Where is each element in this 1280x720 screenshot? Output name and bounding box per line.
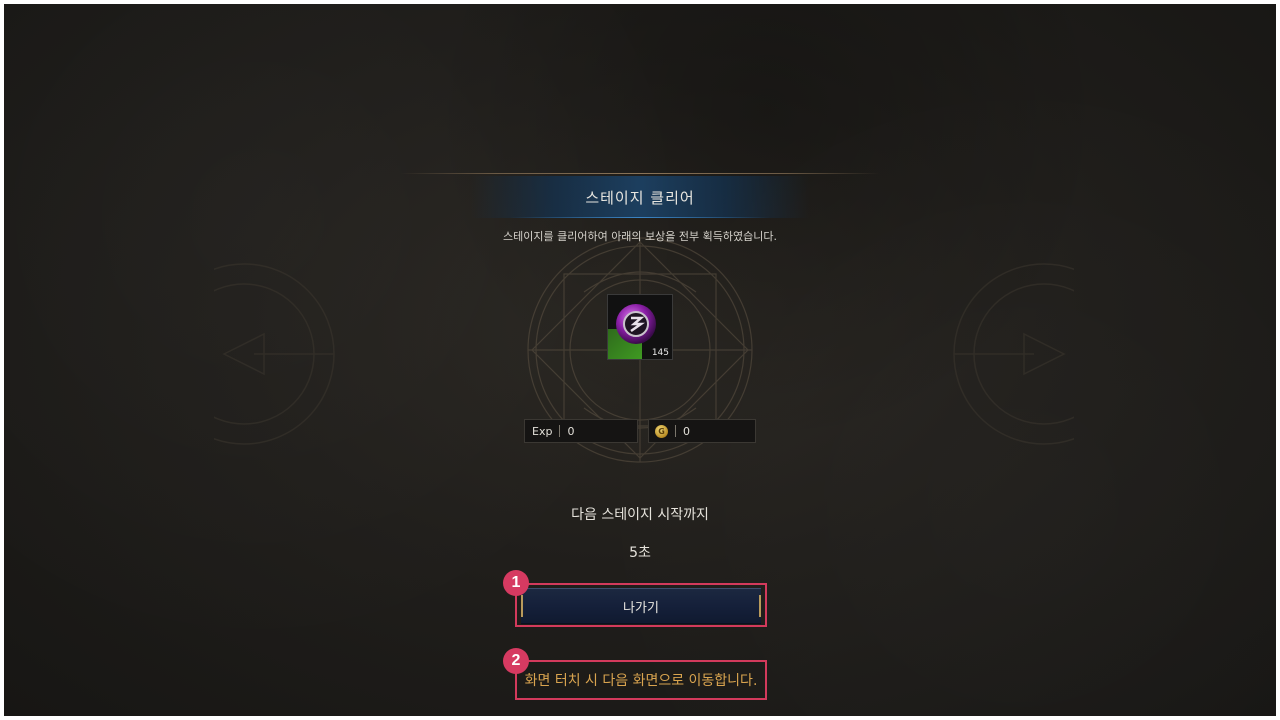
- gold-reward: G 0: [648, 419, 756, 443]
- reward-item-slot[interactable]: 145: [607, 294, 673, 360]
- annotation-badge-2: 2: [503, 648, 529, 674]
- title-divider: [400, 173, 880, 174]
- gold-value: 0: [683, 424, 690, 438]
- divider: [559, 425, 561, 437]
- touch-to-continue-hint[interactable]: 화면 터치 시 다음 화면으로 이동합니다.: [515, 660, 767, 700]
- next-stage-label: 다음 스테이지 시작까지: [571, 507, 709, 523]
- title-banner: 스테이지 클리어: [470, 176, 810, 218]
- dialog-title: 스테이지 클리어: [585, 188, 695, 207]
- exit-button[interactable]: 나가기: [521, 588, 761, 624]
- gold-coin-icon: G: [655, 424, 668, 438]
- divider: [675, 425, 676, 437]
- game-screen[interactable]: 스테이지 클리어 스테이지를 클리어하여 아래의 보상을 전부 획득하였습니다.…: [4, 4, 1276, 716]
- dialog-subtitle: 스테이지를 클리어하여 아래의 보상을 전부 획득하였습니다.: [503, 230, 777, 243]
- exp-reward: Exp 0: [524, 419, 638, 443]
- purple-gem-icon: [616, 304, 656, 344]
- exp-value: 0: [567, 424, 575, 438]
- countdown-timer: 5초: [629, 545, 651, 561]
- exp-label: Exp: [532, 424, 553, 438]
- item-count: 145: [651, 348, 669, 358]
- annotation-badge-1: 1: [503, 570, 529, 596]
